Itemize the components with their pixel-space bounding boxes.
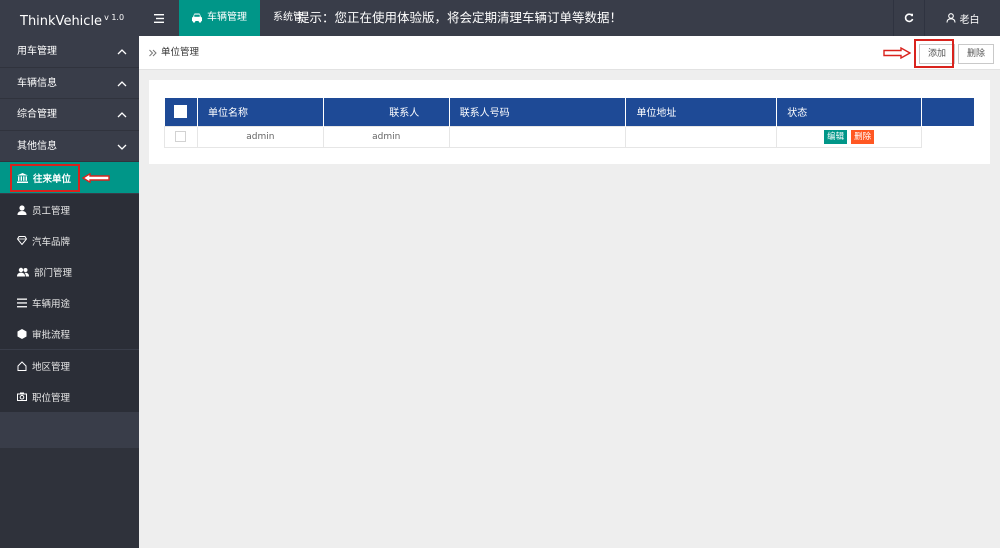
arrow-left-icon xyxy=(82,173,110,183)
sidebar-item-employees[interactable]: 员工管理 xyxy=(0,194,139,225)
row-checkbox-cell xyxy=(164,125,198,148)
top-bar: ThinkVehicle v 1.0 车辆管理 系统管 提示：您正在使用体验版，将… xyxy=(0,0,1000,36)
chevron-up-icon xyxy=(117,80,127,86)
sidebar-group-label: 车辆信息 xyxy=(17,77,57,89)
diamond-icon xyxy=(17,236,27,245)
notice-text: 提示：您正在使用体验版，将会定期清理车辆订单等数据！ xyxy=(297,10,623,25)
car-icon xyxy=(192,13,202,23)
user-menu[interactable]: 老白 xyxy=(924,0,1000,36)
app-version: v 1.0 xyxy=(104,13,125,22)
home-icon xyxy=(17,360,27,371)
users-icon xyxy=(17,267,29,276)
refresh-icon xyxy=(904,13,913,23)
sidebar-footer xyxy=(0,448,139,548)
sidebar-item-label: 审批流程 xyxy=(32,329,71,341)
cell-status: 编辑 删除 xyxy=(776,125,923,148)
content-card: 单位名称 联系人 联系人号码 单位地址 状态 admin admin 编辑 删除 xyxy=(149,80,990,164)
sidebar-item-label: 地区管理 xyxy=(32,361,71,373)
chevron-down-icon xyxy=(117,144,127,150)
sidebar-group-vehicle-info[interactable]: 车辆信息 xyxy=(0,68,139,99)
sidebar-item-positions[interactable]: 职位管理 xyxy=(0,381,139,412)
cell-unit-address xyxy=(625,125,778,148)
table-header-row: 单位名称 联系人 联系人号码 单位地址 状态 xyxy=(164,98,975,126)
chevron-up-icon xyxy=(117,112,127,118)
breadcrumb-bar: 单位管理 添加 删除 xyxy=(139,36,1000,70)
cube-icon xyxy=(17,328,27,339)
sidebar-group-other[interactable]: 其他信息 xyxy=(0,131,139,162)
app-logo[interactable]: ThinkVehicle v 1.0 xyxy=(0,0,139,36)
header-checkbox-cell xyxy=(164,98,198,126)
column-contact[interactable]: 联系人 xyxy=(323,98,450,126)
user-icon xyxy=(17,204,27,215)
units-table: 单位名称 联系人 联系人号码 单位地址 状态 admin admin 编辑 删除 xyxy=(164,98,975,148)
cell-extra xyxy=(922,126,975,147)
chevron-up-icon xyxy=(117,49,127,55)
cell-unit-name: admin xyxy=(196,125,324,148)
sidebar-item-label: 车辆用途 xyxy=(32,298,71,310)
sidebar-group-vehicle-use[interactable]: 用车管理 xyxy=(0,36,139,68)
sidebar-item-label: 员工管理 xyxy=(32,205,71,217)
sidebar-item-label: 部门管理 xyxy=(34,267,73,279)
tab-vehicle-management[interactable]: 车辆管理 xyxy=(179,0,260,36)
column-status[interactable]: 状态 xyxy=(776,98,923,126)
edit-button[interactable]: 编辑 xyxy=(824,129,848,144)
sidebar-item-car-brands[interactable]: 汽车品牌 xyxy=(0,225,139,256)
highlight-box-add xyxy=(914,39,954,68)
double-chevron-right-icon xyxy=(149,49,157,57)
user-icon xyxy=(945,13,956,23)
highlight-box-partner-units xyxy=(10,164,80,192)
delete-button[interactable]: 删除 xyxy=(958,44,995,64)
cell-contact-phone xyxy=(448,125,627,148)
camera-icon xyxy=(17,392,27,401)
sidebar-item-regions[interactable]: 地区管理 xyxy=(0,350,139,381)
menu-icon xyxy=(154,13,164,23)
breadcrumb-current: 单位管理 xyxy=(161,47,200,58)
sidebar-item-label: 职位管理 xyxy=(32,392,71,404)
refresh-button[interactable] xyxy=(893,0,923,36)
sidebar-item-label: 汽车品牌 xyxy=(32,236,71,248)
user-name: 老白 xyxy=(959,14,980,26)
select-all-checkbox[interactable] xyxy=(174,105,188,119)
sidebar-item-departments[interactable]: 部门管理 xyxy=(0,256,139,287)
column-contact-label: 联系人 xyxy=(389,108,420,120)
column-unit-name[interactable]: 单位名称 xyxy=(197,98,324,126)
sidebar-group-label: 综合管理 xyxy=(17,109,57,120)
sidebar: 用车管理 车辆信息 综合管理 其他信息 往来单位 员工管理 汽车品牌 部门管理 … xyxy=(0,36,139,548)
sidebar-group-label: 其他信息 xyxy=(17,140,57,152)
list-icon xyxy=(17,298,27,307)
row-checkbox[interactable] xyxy=(175,131,187,142)
column-contact-phone[interactable]: 联系人号码 xyxy=(449,98,627,126)
cell-contact: admin xyxy=(322,125,450,148)
sidebar-group-general[interactable]: 综合管理 xyxy=(0,99,139,131)
arrow-right-icon xyxy=(883,47,911,59)
sidebar-group-label: 用车管理 xyxy=(17,46,57,57)
app-name: ThinkVehicle xyxy=(20,14,103,29)
tab-vehicle-label: 车辆管理 xyxy=(207,12,247,23)
breadcrumb: 单位管理 xyxy=(149,36,199,70)
table-row[interactable]: admin admin 编辑 删除 xyxy=(164,125,975,148)
sidebar-item-approval-flow[interactable]: 审批流程 xyxy=(0,318,139,349)
row-delete-button[interactable]: 删除 xyxy=(851,129,875,144)
sidebar-item-vehicle-usage[interactable]: 车辆用途 xyxy=(0,287,139,318)
column-unit-address[interactable]: 单位地址 xyxy=(625,98,778,126)
column-extra xyxy=(921,98,975,126)
menu-toggle-button[interactable] xyxy=(139,0,179,36)
